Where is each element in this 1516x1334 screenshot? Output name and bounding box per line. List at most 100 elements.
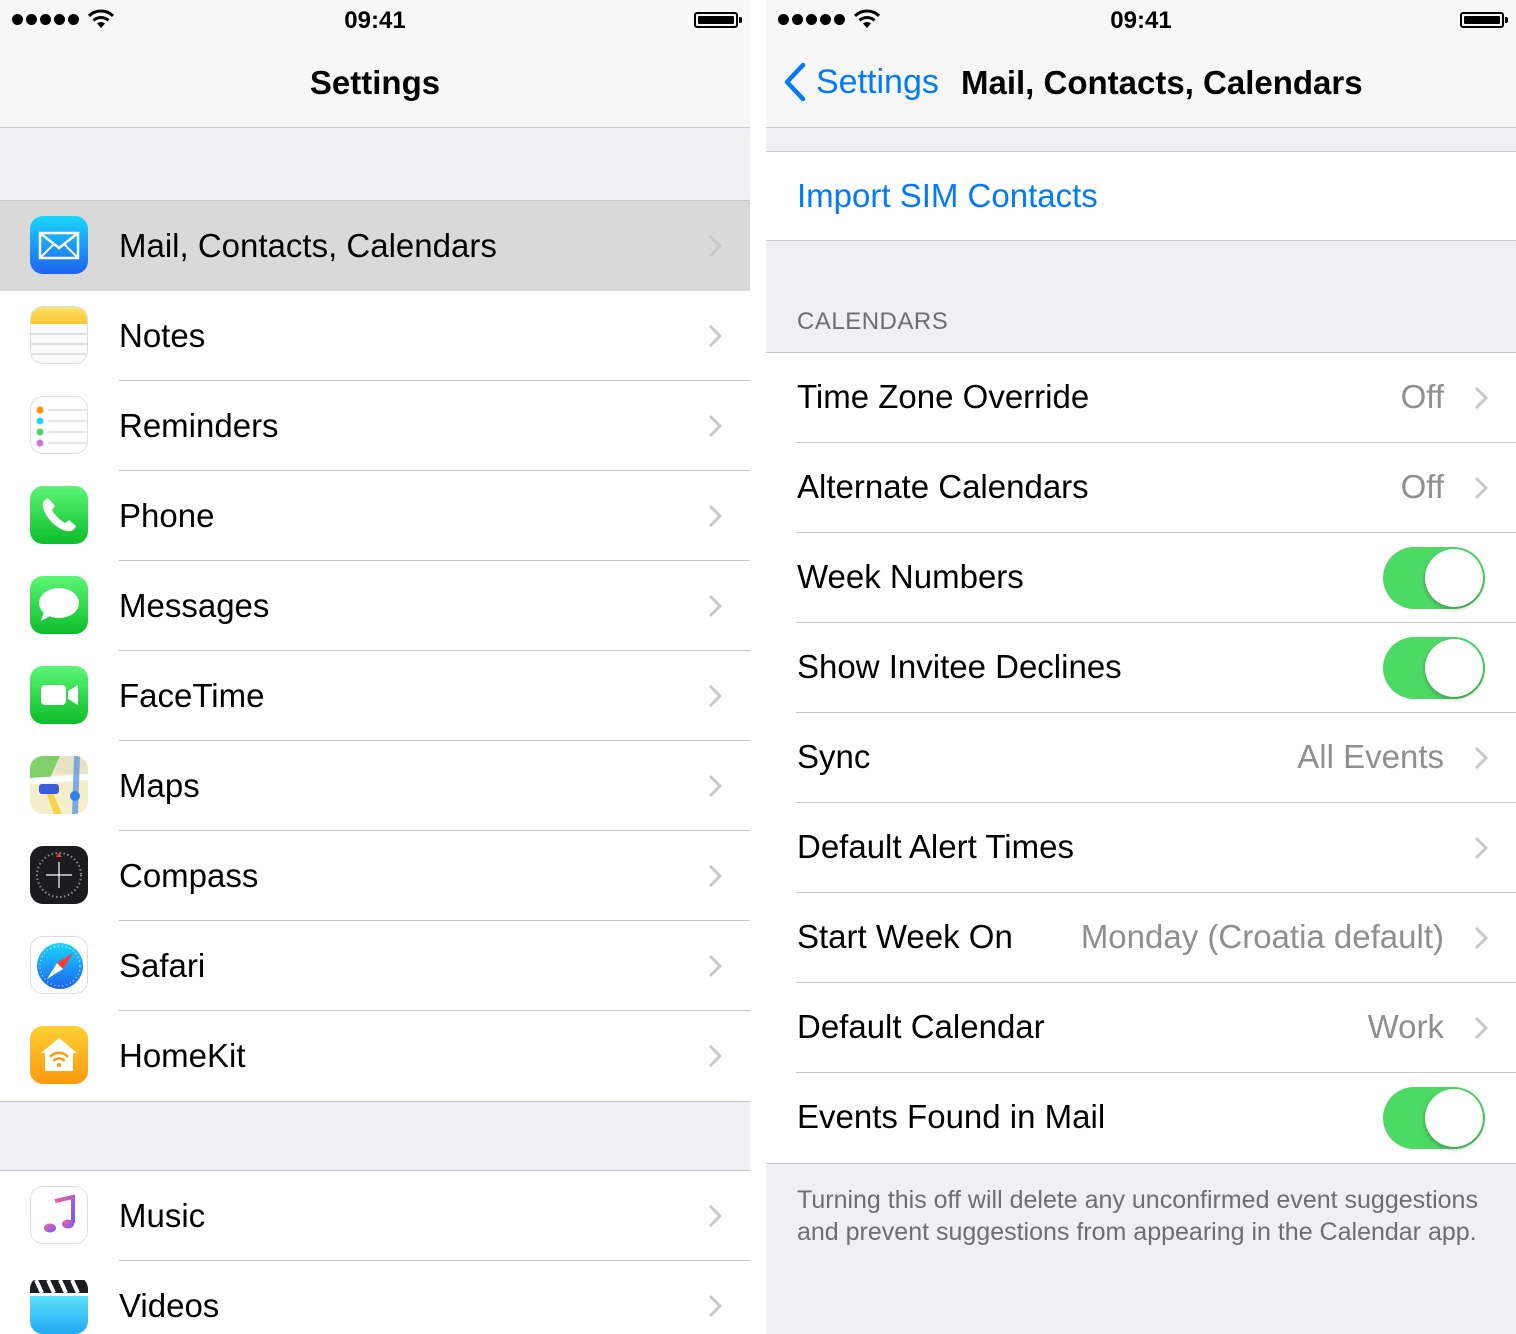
chevron-left-icon	[784, 62, 806, 102]
settings-list-apps: Mail, Contacts, Calendars Notes Reminder…	[0, 200, 750, 1102]
settings-item-label: Mail, Contacts, Calendars	[119, 227, 497, 264]
row-label: Default Alert Times	[797, 828, 1074, 865]
chevron-right-icon	[1474, 1016, 1488, 1040]
settings-item-label: Videos	[119, 1287, 220, 1324]
battery-icon	[694, 12, 742, 28]
settings-item-videos[interactable]: Videos	[0, 1261, 750, 1334]
settings-item-messages[interactable]: Messages	[0, 561, 750, 651]
settings-item-safari[interactable]: Safari	[0, 921, 750, 1011]
battery-icon	[1460, 12, 1508, 28]
events-found-in-mail-row: Events Found in Mail	[766, 1073, 1516, 1163]
settings-item-label: Notes	[119, 317, 206, 354]
settings-item-label: Compass	[119, 857, 259, 894]
show-invitee-declines-toggle[interactable]	[1383, 637, 1485, 699]
settings-item-homekit[interactable]: HomeKit	[0, 1011, 750, 1101]
row-label: Start Week On	[797, 918, 1013, 955]
settings-screen: 09:41 Settings Mail, Contacts, Calendars	[0, 0, 750, 1334]
calendars-settings-group: Time Zone Override Off Alternate Calenda…	[766, 352, 1516, 1164]
week-numbers-row: Week Numbers	[766, 533, 1516, 623]
default-calendar-row[interactable]: Default Calendar Work	[766, 983, 1516, 1073]
row-label: Show Invitee Declines	[797, 648, 1122, 685]
chevron-right-icon	[708, 324, 722, 348]
mail-icon	[30, 216, 88, 274]
settings-item-label: Reminders	[119, 407, 279, 444]
status-bar: 09:41	[766, 0, 1516, 40]
settings-item-mail[interactable]: Mail, Contacts, Calendars	[0, 201, 750, 291]
chevron-right-icon	[708, 864, 722, 888]
mail-contacts-calendars-screen: 09:41 Settings Mail, Contacts, Calendars…	[766, 0, 1516, 1334]
settings-item-label: Messages	[119, 587, 270, 624]
row-label: Time Zone Override	[797, 378, 1090, 415]
settings-item-notes[interactable]: Notes	[0, 291, 750, 381]
chevron-right-icon	[708, 954, 722, 978]
import-sim-contacts-button[interactable]: Import SIM Contacts	[766, 152, 1516, 240]
chevron-right-icon	[708, 234, 722, 258]
settings-item-compass[interactable]: Compass	[0, 831, 750, 921]
settings-list-media: Music Videos	[0, 1170, 750, 1334]
homekit-icon	[30, 1026, 88, 1084]
settings-item-label: HomeKit	[119, 1037, 246, 1074]
safari-icon	[30, 936, 88, 994]
row-label: Events Found in Mail	[797, 1098, 1106, 1135]
compass-icon	[30, 846, 88, 904]
sync-row[interactable]: Sync All Events	[766, 713, 1516, 803]
settings-item-label: FaceTime	[119, 677, 265, 714]
chevron-right-icon	[1474, 386, 1488, 410]
maps-icon	[30, 756, 88, 814]
navigation-bar: 09:41 Settings Mail, Contacts, Calendars	[766, 0, 1516, 128]
chevron-right-icon	[708, 774, 722, 798]
chevron-right-icon	[1474, 476, 1488, 500]
page-title: Mail, Contacts, Calendars	[961, 64, 1363, 101]
chevron-right-icon	[708, 684, 722, 708]
alternate-calendars-row[interactable]: Alternate Calendars Off	[766, 443, 1516, 533]
settings-item-label: Music	[119, 1197, 206, 1234]
settings-item-phone[interactable]: Phone	[0, 471, 750, 561]
videos-icon	[30, 1276, 88, 1334]
status-time: 09:41	[1110, 7, 1172, 34]
chevron-right-icon	[708, 594, 722, 618]
time-zone-override-row[interactable]: Time Zone Override Off	[766, 353, 1516, 443]
settings-item-reminders[interactable]: Reminders	[0, 381, 750, 471]
import-group: Import SIM Contacts	[766, 151, 1516, 241]
row-label: Default Calendar	[797, 1008, 1045, 1045]
chevron-right-icon	[708, 1044, 722, 1068]
settings-item-label: Maps	[119, 767, 200, 804]
settings-item-facetime[interactable]: FaceTime	[0, 651, 750, 741]
show-invitee-declines-row: Show Invitee Declines	[766, 623, 1516, 713]
chevron-right-icon	[708, 1204, 722, 1228]
chevron-right-icon	[1474, 926, 1488, 950]
row-label: Alternate Calendars	[797, 468, 1089, 505]
start-week-on-row[interactable]: Start Week On Monday (Croatia default)	[766, 893, 1516, 983]
notes-icon	[30, 306, 88, 364]
chevron-right-icon	[708, 414, 722, 438]
chevron-right-icon	[708, 1294, 722, 1318]
chevron-right-icon	[1474, 836, 1488, 860]
phone-icon	[30, 486, 88, 544]
default-alert-times-row[interactable]: Default Alert Times	[766, 803, 1516, 893]
chevron-right-icon	[708, 504, 722, 528]
row-value: Monday (Croatia default)	[1080, 918, 1444, 955]
section-header-calendars: CALENDARS	[797, 308, 949, 335]
music-icon	[30, 1186, 88, 1244]
row-value: Off	[1400, 378, 1444, 415]
settings-item-label: Phone	[119, 497, 215, 534]
back-button-label: Settings	[816, 62, 939, 101]
import-sim-contacts-label: Import SIM Contacts	[797, 177, 1098, 214]
row-value: Off	[1400, 468, 1444, 505]
settings-item-music[interactable]: Music	[0, 1171, 750, 1261]
status-bar: 09:41	[0, 0, 750, 40]
events-found-in-mail-toggle[interactable]	[1383, 1087, 1485, 1149]
status-time: 09:41	[344, 7, 406, 34]
chevron-right-icon	[1474, 746, 1488, 770]
messages-icon	[30, 576, 88, 634]
navigation-bar: 09:41 Settings	[0, 0, 750, 128]
settings-item-maps[interactable]: Maps	[0, 741, 750, 831]
facetime-icon	[30, 666, 88, 724]
page-title: Settings	[309, 64, 441, 101]
settings-item-label: Safari	[119, 947, 206, 984]
week-numbers-toggle[interactable]	[1383, 547, 1485, 609]
row-label: Week Numbers	[797, 558, 1024, 595]
reminders-icon	[30, 396, 88, 454]
row-label: Sync	[797, 738, 871, 775]
back-button[interactable]: Settings	[784, 62, 939, 102]
